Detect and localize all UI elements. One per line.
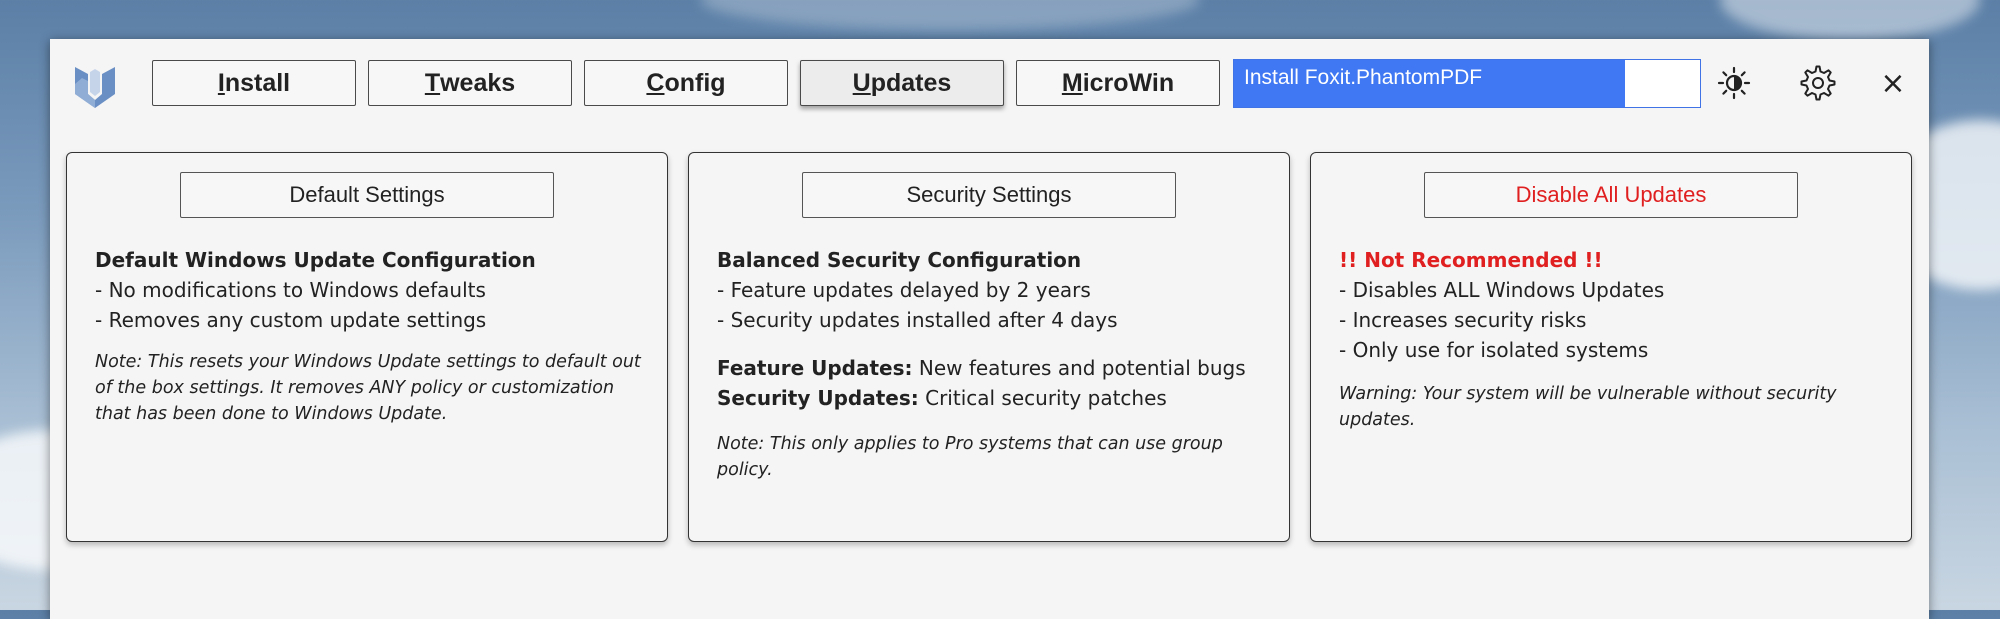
- security-updates-label: Security Updates:: [717, 386, 919, 410]
- feature-updates-text: New features and potential bugs: [912, 356, 1246, 380]
- theme-toggle-icon: [1717, 66, 1751, 100]
- card-default-body: Default Windows Update Configuration - N…: [95, 245, 647, 427]
- feature-updates-label: Feature Updates:: [717, 356, 913, 380]
- card-line: - Feature updates delayed by 2 years: [717, 278, 1091, 302]
- tab-updates-label: pdates: [870, 68, 952, 97]
- security-settings-button[interactable]: Security Settings: [802, 172, 1176, 218]
- card-note: Note: This resets your Windows Update se…: [95, 352, 641, 424]
- tab-install[interactable]: Install: [152, 60, 356, 106]
- toolbar: Install Tweaks Config Updates MicroWin I…: [50, 39, 1929, 131]
- security-updates-line: Security Updates: Critical security patc…: [717, 383, 1269, 413]
- card-note: Note: This only applies to Pro systems t…: [717, 434, 1223, 480]
- default-settings-button[interactable]: Default Settings: [180, 172, 554, 218]
- tab-config[interactable]: Config: [584, 60, 788, 106]
- tab-install-label: nstall: [224, 68, 291, 97]
- tab-install-mnemonic: I: [217, 68, 225, 97]
- card-line: - No modifications to Windows defaults: [95, 278, 486, 302]
- card-security-body: Balanced Security Configuration - Featur…: [717, 245, 1269, 483]
- close-icon: ×: [1880, 65, 1906, 101]
- card-heading: !! Not Recommended !!: [1339, 248, 1603, 272]
- tab-tweaks-mnemonic: T: [424, 68, 441, 97]
- card-line: - Security updates installed after 4 day…: [717, 308, 1118, 332]
- theme-toggle-button[interactable]: [1712, 61, 1756, 105]
- card-warning: Warning: Your system will be vulnerable …: [1339, 384, 1837, 430]
- card-disable-updates: Disable All Updates !! Not Recommended !…: [1310, 152, 1912, 542]
- card-line: - Disables ALL Windows Updates: [1339, 278, 1665, 302]
- feature-updates-line: Feature Updates: New features and potent…: [717, 353, 1269, 383]
- tab-config-mnemonic: C: [646, 68, 665, 97]
- tab-tweaks[interactable]: Tweaks: [368, 60, 572, 106]
- card-line: - Removes any custom update settings: [95, 308, 487, 332]
- card-heading: Default Windows Update Configuration: [95, 248, 536, 272]
- card-line: - Increases security risks: [1339, 308, 1587, 332]
- tab-microwin-label: icroWin: [1082, 68, 1175, 97]
- settings-button[interactable]: [1796, 61, 1840, 105]
- tab-microwin[interactable]: MicroWin: [1016, 60, 1220, 106]
- tab-tweaks-label: weaks: [440, 68, 516, 97]
- tab-config-label: onfig: [664, 68, 726, 97]
- tab-updates-mnemonic: U: [852, 68, 871, 97]
- progress-status-text: Install Foxit.PhantomPDF: [1244, 66, 1483, 89]
- close-button[interactable]: ×: [1871, 61, 1915, 105]
- security-updates-text: Critical security patches: [918, 386, 1167, 410]
- card-line: - Only use for isolated systems: [1339, 338, 1649, 362]
- card-heading: Balanced Security Configuration: [717, 248, 1082, 272]
- card-security-settings: Security Settings Balanced Security Conf…: [688, 152, 1290, 542]
- tab-microwin-mnemonic: M: [1061, 68, 1083, 97]
- gear-icon: [1800, 65, 1836, 101]
- install-progress-bar: Install Foxit.PhantomPDF: [1233, 59, 1701, 108]
- app-window: Install Tweaks Config Updates MicroWin I…: [50, 39, 1929, 619]
- card-disable-body: !! Not Recommended !! - Disables ALL Win…: [1339, 245, 1891, 433]
- card-default-settings: Default Settings Default Windows Update …: [66, 152, 668, 542]
- app-logo-icon: [75, 67, 115, 108]
- tab-updates[interactable]: Updates: [800, 60, 1004, 106]
- disable-all-updates-button[interactable]: Disable All Updates: [1424, 172, 1798, 218]
